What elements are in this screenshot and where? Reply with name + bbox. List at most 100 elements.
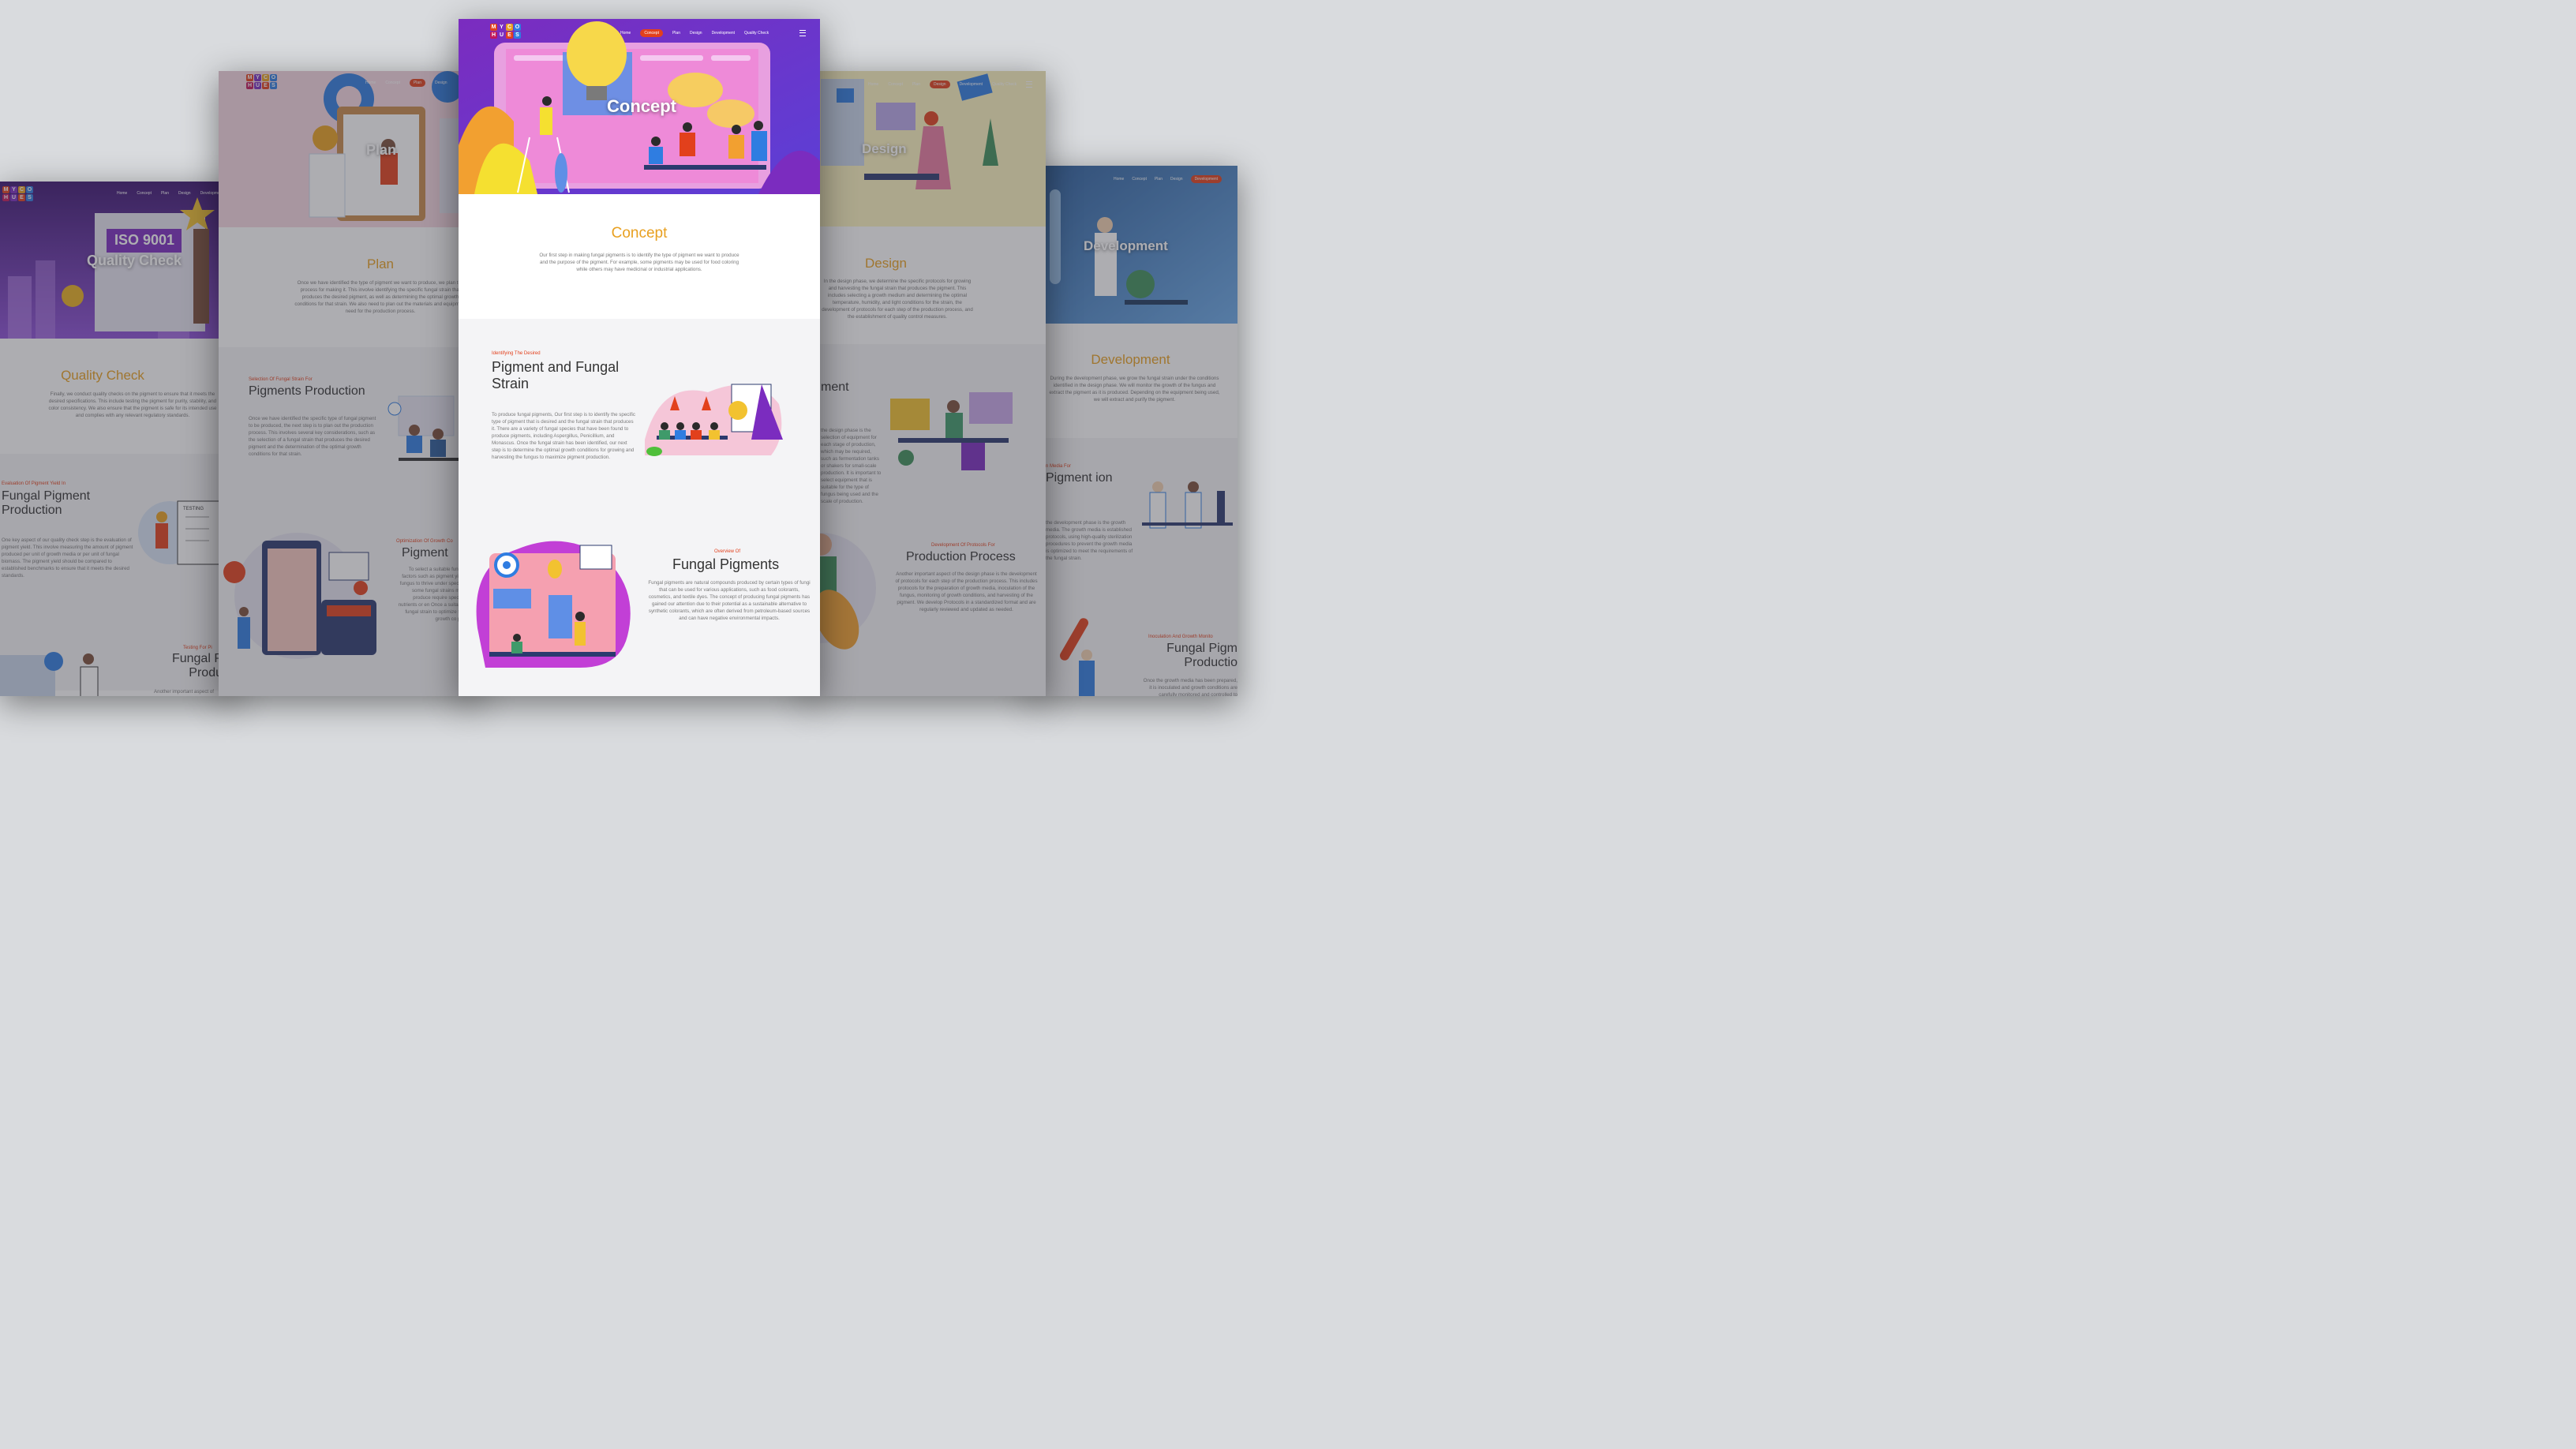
nav-quality-check[interactable]: Quality Check — [992, 82, 1017, 87]
myco-hues-logo[interactable]: MYCO HUES — [490, 24, 521, 39]
nav-plan[interactable]: Plan — [912, 82, 920, 87]
development-page-card[interactable]: Home Concept Plan Design Development Dev… — [1030, 166, 1237, 696]
team-planning-illustration — [388, 395, 462, 461]
feature-2-eyebrow: Overview Of — [714, 549, 741, 554]
feature-1-eyebrow: Identifying The Desired — [492, 351, 541, 356]
nav-home[interactable]: Home — [620, 31, 631, 36]
logo-letter: E — [262, 82, 269, 89]
feature-1-heading: Pigments Production — [249, 384, 365, 398]
feature-2-text: To select a suitable fungal factors such… — [398, 567, 465, 622]
testing-label: TESTING — [183, 507, 204, 511]
top-navigation: Home Concept Plan Design Development Qua… — [620, 29, 769, 37]
plan-page-card[interactable]: MYCO HUES Home Concept Plan Design Plan P… — [219, 71, 479, 696]
testing-clipboard-illustration — [138, 500, 222, 565]
nav-design-active[interactable]: Design — [929, 80, 950, 88]
feature-1-text: To produce fungal pigments, Our first st… — [492, 412, 635, 460]
feature-1-text: the design phase is the selection of equ… — [821, 428, 882, 504]
development-hero: Home Concept Plan Design Development Dev… — [1030, 166, 1237, 324]
feature-2-heading: Production Process — [906, 550, 1016, 564]
hero-title: Design — [862, 141, 907, 156]
logo-letter: S — [270, 82, 277, 89]
section-text: Once we have identified the type of pigm… — [294, 280, 466, 314]
nav-development-active[interactable]: Development — [1190, 175, 1222, 183]
logo-letter: C — [262, 74, 269, 81]
feature-1-heading: Pigment and Fungal Strain — [492, 359, 620, 391]
feature-1-eyebrow: Evaluation Of Pigment Yield In — [2, 481, 66, 486]
logo-letter: Y — [254, 74, 261, 81]
nav-development[interactable]: Development — [712, 31, 735, 36]
nav-plan[interactable]: Plan — [672, 31, 680, 36]
section-title: Development — [1091, 352, 1170, 367]
feature-1-text: Once we have identified the specific typ… — [249, 416, 376, 457]
nav-home[interactable]: Home — [868, 82, 878, 87]
nav-plan[interactable]: Plan — [161, 191, 169, 196]
logo-letter: E — [506, 32, 513, 39]
section-text: During the development phase, we grow th… — [1049, 376, 1220, 402]
top-navigation: Home Concept Plan Design Development — [117, 191, 223, 196]
hero-title: Development — [1084, 238, 1168, 253]
logo-letter: H — [2, 194, 9, 201]
feature-2-heading: Fungal P Produ — [171, 652, 223, 680]
hero-title: Quality Check — [87, 253, 182, 268]
section-title: Design — [865, 256, 907, 271]
lab-design-illustration — [890, 392, 1013, 470]
logo-letter: U — [498, 32, 505, 39]
nav-home[interactable]: Home — [1114, 177, 1124, 182]
feature-2-heading: Pigment — [402, 546, 448, 560]
nav-design[interactable]: Design — [1170, 177, 1183, 182]
feature-1-heading: Fungal Pigment Production — [2, 489, 91, 518]
feature-2-text: Once the growth media has been prepared,… — [1143, 678, 1237, 696]
logo-letter: M — [246, 74, 253, 81]
feature-2-text: Another important aspect of the design p… — [895, 571, 1038, 612]
logo-letter: E — [18, 194, 25, 201]
nav-design[interactable]: Design — [435, 80, 447, 85]
nav-development[interactable]: Development — [960, 82, 983, 87]
logo-letter: H — [490, 32, 497, 39]
feature-2-eyebrow: Testing For Pi — [183, 646, 212, 650]
design-hero: Home Concept Plan Design Development Qua… — [805, 71, 1046, 227]
nav-plan[interactable]: Plan — [1155, 177, 1163, 182]
logo-letter: O — [26, 186, 33, 193]
concept-hero: MYCO HUES Home Concept Plan Design Develo… — [459, 19, 820, 194]
menu-icon[interactable] — [799, 30, 806, 36]
nav-design[interactable]: Design — [178, 191, 191, 196]
nav-plan-active[interactable]: Plan — [409, 79, 425, 87]
myco-hues-logo[interactable]: MYCO HUES — [246, 74, 277, 89]
nav-quality-check[interactable]: Quality Check — [744, 31, 769, 36]
nav-concept[interactable]: Concept — [888, 82, 903, 87]
concept-page-card[interactable]: MYCO HUES Home Concept Plan Design Develo… — [459, 19, 820, 696]
team-ideas-illustration — [645, 384, 783, 456]
section-text: In the design phase, we determine the sp… — [822, 279, 973, 320]
feature-2-eyebrow: Inoculation And Growth Monito — [1148, 635, 1213, 639]
approval-illustration — [0, 652, 99, 696]
top-navigation: Home Concept Plan Design — [365, 79, 447, 87]
feature-1-text: One key aspect of our quality check step… — [2, 537, 133, 578]
nav-concept[interactable]: Concept — [137, 191, 152, 196]
nav-concept[interactable]: Concept — [385, 80, 400, 85]
feature-1-text: the development phase is the growth medi… — [1046, 520, 1133, 561]
design-page-card[interactable]: Home Concept Plan Design Development Qua… — [805, 71, 1046, 696]
nav-home[interactable]: Home — [117, 191, 127, 196]
nav-design[interactable]: Design — [690, 31, 702, 36]
feature-2-heading: Fungal Pigm Productio — [1166, 642, 1237, 670]
quality-check-hero: MYCO HUES Home Concept Plan Design Develo… — [0, 182, 237, 339]
feature-2-heading: Fungal Pigments — [672, 556, 780, 572]
nav-home[interactable]: Home — [365, 80, 376, 85]
logo-letter: O — [270, 74, 277, 81]
nav-concept[interactable]: Concept — [1132, 177, 1147, 182]
feature-2-eyebrow: Development Of Protocols For — [931, 543, 995, 548]
microscope-scientist-illustration — [1060, 618, 1095, 696]
strategy-board-illustration — [476, 541, 631, 668]
logo-letter: S — [514, 32, 521, 39]
myco-hues-logo[interactable]: MYCO HUES — [2, 186, 33, 201]
logo-letter: Y — [498, 24, 505, 31]
checklist-calculator-illustration — [223, 533, 376, 659]
logo-letter: M — [2, 186, 9, 193]
menu-icon[interactable] — [1026, 81, 1032, 88]
nav-concept-active[interactable]: Concept — [640, 29, 663, 37]
top-navigation: Home Concept Plan Design Development — [1114, 175, 1222, 183]
logo-letter: C — [18, 186, 25, 193]
feature-2-eyebrow: Optimization Of Growth Co — [396, 539, 453, 544]
quality-check-page-card[interactable]: MYCO HUES Home Concept Plan Design Develo… — [0, 182, 237, 696]
feature-1-eyebrow: n Media For — [1046, 464, 1072, 469]
